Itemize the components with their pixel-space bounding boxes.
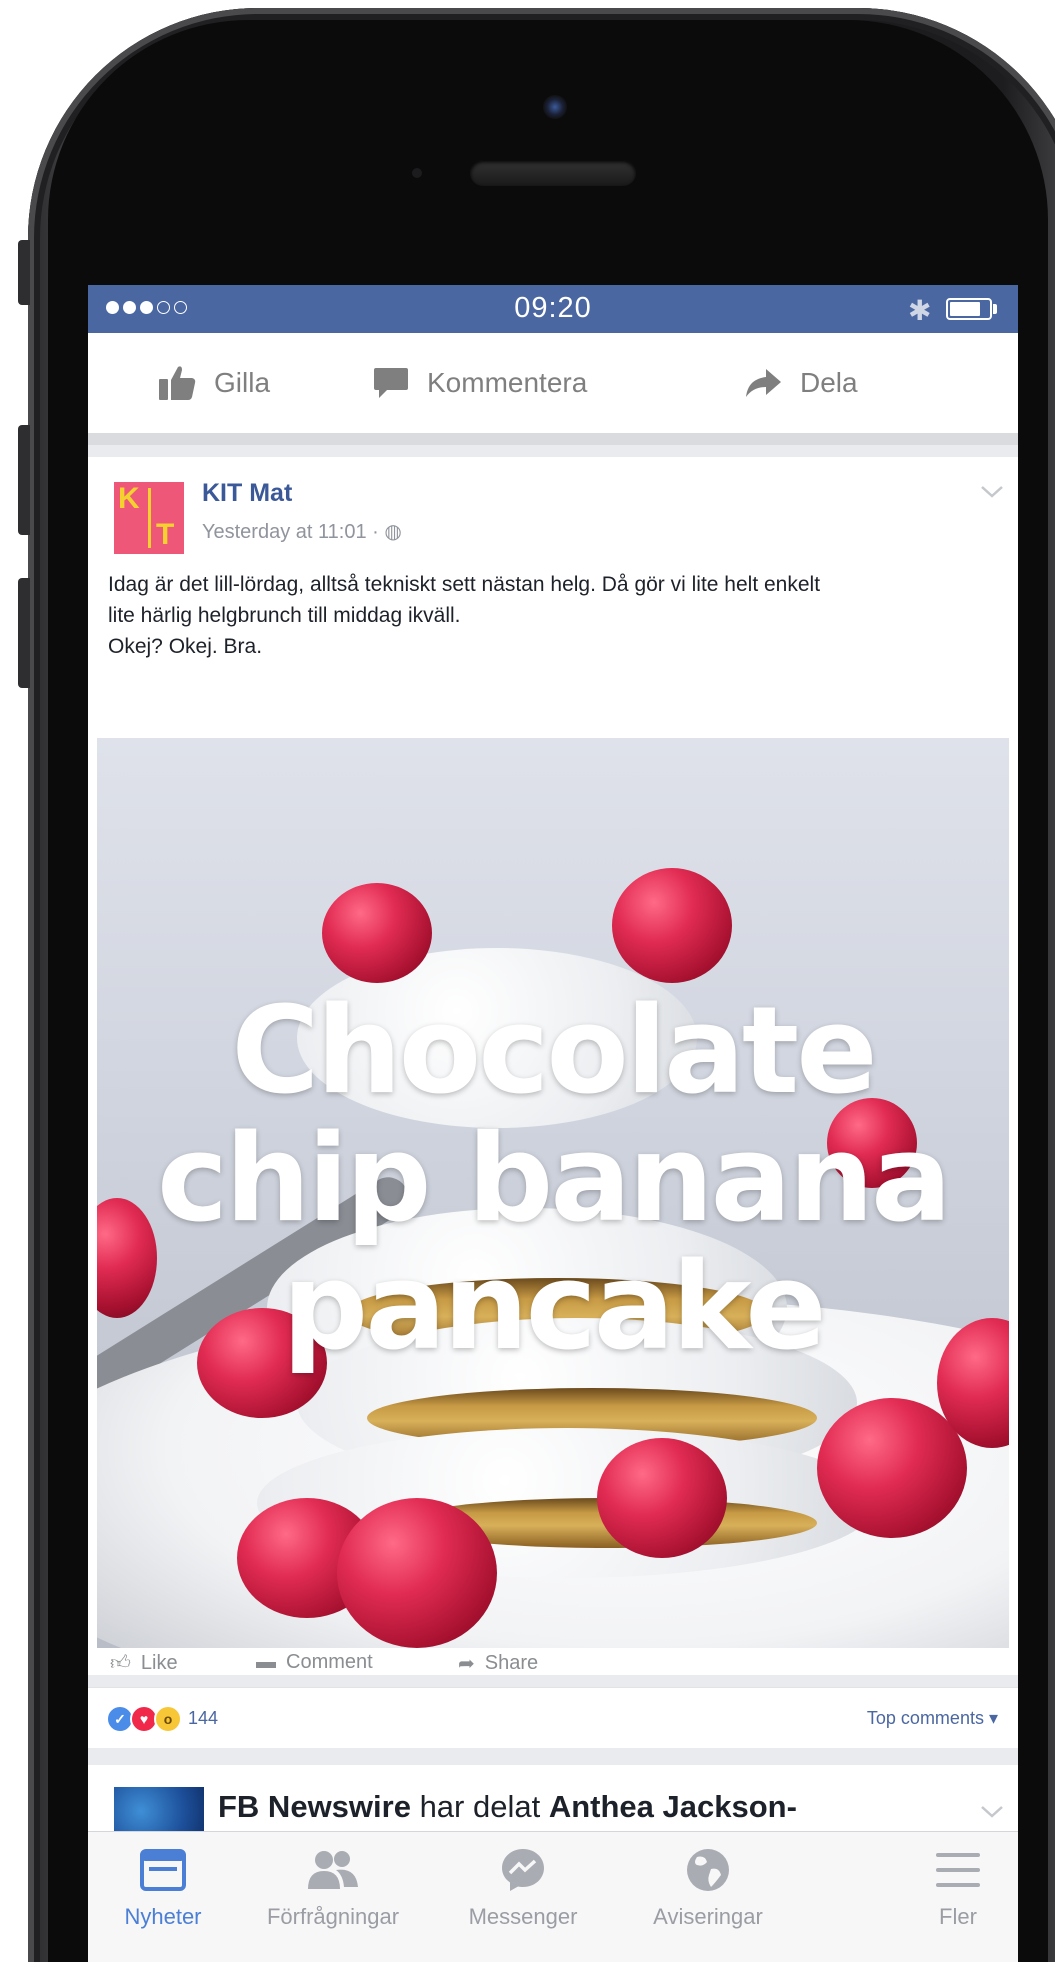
next-post-author-link[interactable]: FB Newswire xyxy=(218,1789,411,1824)
timestamp-text: Yesterday at 11:01 · xyxy=(202,521,385,543)
bluetooth-icon: ✱ xyxy=(908,295,932,326)
bottom-tab-bar: Nyheter Förfrågningar Messenger Aviserin… xyxy=(88,1831,1018,1962)
avatar-letter: K xyxy=(118,482,140,515)
thumbs-up-icon xyxy=(159,366,196,400)
messenger-icon xyxy=(502,1849,544,1891)
video-title-line: chip banana xyxy=(156,1110,952,1249)
proximity-sensor xyxy=(412,168,422,178)
video-title-line: Chocolate xyxy=(231,982,877,1121)
post-options-chevron-icon[interactable] xyxy=(980,485,1004,499)
post-text-line: Okej? Okej. Bra. xyxy=(108,635,263,658)
comment-button[interactable]: Kommentera xyxy=(373,333,587,433)
tab-label: Nyheter xyxy=(124,1904,202,1929)
phone-screen: 09:20 ✱ Gilla Kommentera Dela K T KIT Ma… xyxy=(88,285,1018,1962)
video-title-overlay: Chocolate chip banana pancake xyxy=(97,988,1009,1372)
top-comments-dropdown[interactable]: Top comments ▾ xyxy=(867,1708,998,1729)
tab-friend-requests[interactable]: Förfrågningar xyxy=(233,1832,433,1962)
video-comment-label: Comment xyxy=(286,1651,373,1673)
raspberry-shape xyxy=(817,1398,967,1538)
post-text-line: lite härlig helgbrunch till middag ikväl… xyxy=(108,604,461,627)
next-post-shared-from-link[interactable]: Anthea Jackson- xyxy=(549,1789,797,1824)
like-button[interactable]: Gilla xyxy=(158,333,270,433)
top-action-bar: Gilla Kommentera Dela xyxy=(88,333,1018,445)
menu-icon xyxy=(936,1853,980,1887)
post-text-line: Idag är det lill-lördag, alltså tekniskt… xyxy=(108,573,821,596)
earpiece-speaker xyxy=(470,160,636,186)
video-share-label: Share xyxy=(484,1652,539,1674)
tab-notifications[interactable]: Aviseringar xyxy=(618,1832,798,1962)
raspberry-shape xyxy=(597,1438,727,1558)
volume-up-button xyxy=(18,425,30,535)
front-camera xyxy=(543,95,567,119)
reactions-summary: ✓ ♥ o 144 Top comments ▾ xyxy=(88,1687,1018,1748)
comment-bubble-icon: ▬ xyxy=(256,1651,276,1673)
like-label: Gilla xyxy=(214,367,271,398)
comment-label: Kommentera xyxy=(427,367,588,398)
globe-privacy-icon: ◍ xyxy=(384,521,402,543)
battery-icon xyxy=(946,298,992,320)
next-post-header: FB Newswire har delat Anthea Jackson- xyxy=(218,1789,797,1825)
next-post-connector: har delat xyxy=(410,1789,549,1824)
share-button[interactable]: Dela xyxy=(744,333,858,433)
tab-more[interactable]: Fler xyxy=(908,1832,1008,1962)
video-title-line: pancake xyxy=(282,1238,826,1377)
battery-tip xyxy=(993,304,997,314)
status-bar: 09:20 ✱ xyxy=(88,285,1018,333)
globe-icon xyxy=(687,1849,729,1891)
avatar-letter: T xyxy=(156,518,175,551)
comment-bubble-icon xyxy=(374,368,408,398)
share-arrow-icon: ➦ xyxy=(458,1653,475,1675)
status-time: 09:20 xyxy=(514,292,592,324)
tab-news-feed[interactable]: Nyheter xyxy=(98,1832,228,1962)
video-comment-button[interactable]: ▬ Comment xyxy=(256,1651,373,1674)
tab-label: Messenger xyxy=(468,1904,578,1929)
reaction-icons[interactable]: ✓ ♥ o xyxy=(106,1705,182,1733)
wow-reaction-icon: o xyxy=(154,1705,182,1733)
thumbs-up-icon: 👍︎ xyxy=(110,1652,131,1674)
post-body-text: Idag är det lill-lördag, alltså tekniskt… xyxy=(108,569,1008,662)
tab-label: Förfrågningar xyxy=(266,1904,400,1929)
friend-requests-icon xyxy=(308,1851,358,1889)
page-name-link[interactable]: KIT Mat xyxy=(202,479,292,508)
mute-switch xyxy=(18,240,30,305)
next-post-options-chevron-icon[interactable] xyxy=(980,1805,1004,1819)
raspberry-shape xyxy=(322,883,432,983)
post-video[interactable]: Chocolate chip banana pancake xyxy=(97,738,1009,1648)
tab-label: Fler xyxy=(939,1904,977,1929)
volume-down-button xyxy=(18,578,30,688)
video-share-button[interactable]: ➦ Share xyxy=(458,1651,538,1676)
page-avatar[interactable]: K I T xyxy=(114,482,184,554)
raspberry-shape xyxy=(337,1498,497,1648)
share-arrow-icon xyxy=(746,369,781,397)
raspberry-shape xyxy=(612,868,732,983)
video-like-button[interactable]: 👍︎ Like xyxy=(110,1651,178,1675)
video-action-row: 👍︎ Like ▬ Comment ➦ Share xyxy=(88,1651,1018,1687)
news-feed-icon xyxy=(140,1849,186,1891)
post-card: K I T KIT Mat Yesterday at 11:01 · ◍ Ida… xyxy=(88,457,1018,1675)
tab-label: Aviseringar xyxy=(653,1904,763,1929)
post-timestamp[interactable]: Yesterday at 11:01 · ◍ xyxy=(202,519,402,544)
share-label: Dela xyxy=(800,367,858,398)
phone-frame: 09:20 ✱ Gilla Kommentera Dela K T KIT Ma… xyxy=(0,0,1055,1962)
reaction-count[interactable]: 144 xyxy=(188,1708,218,1729)
video-like-label: Like xyxy=(140,1651,178,1674)
tab-messenger[interactable]: Messenger xyxy=(438,1832,608,1962)
